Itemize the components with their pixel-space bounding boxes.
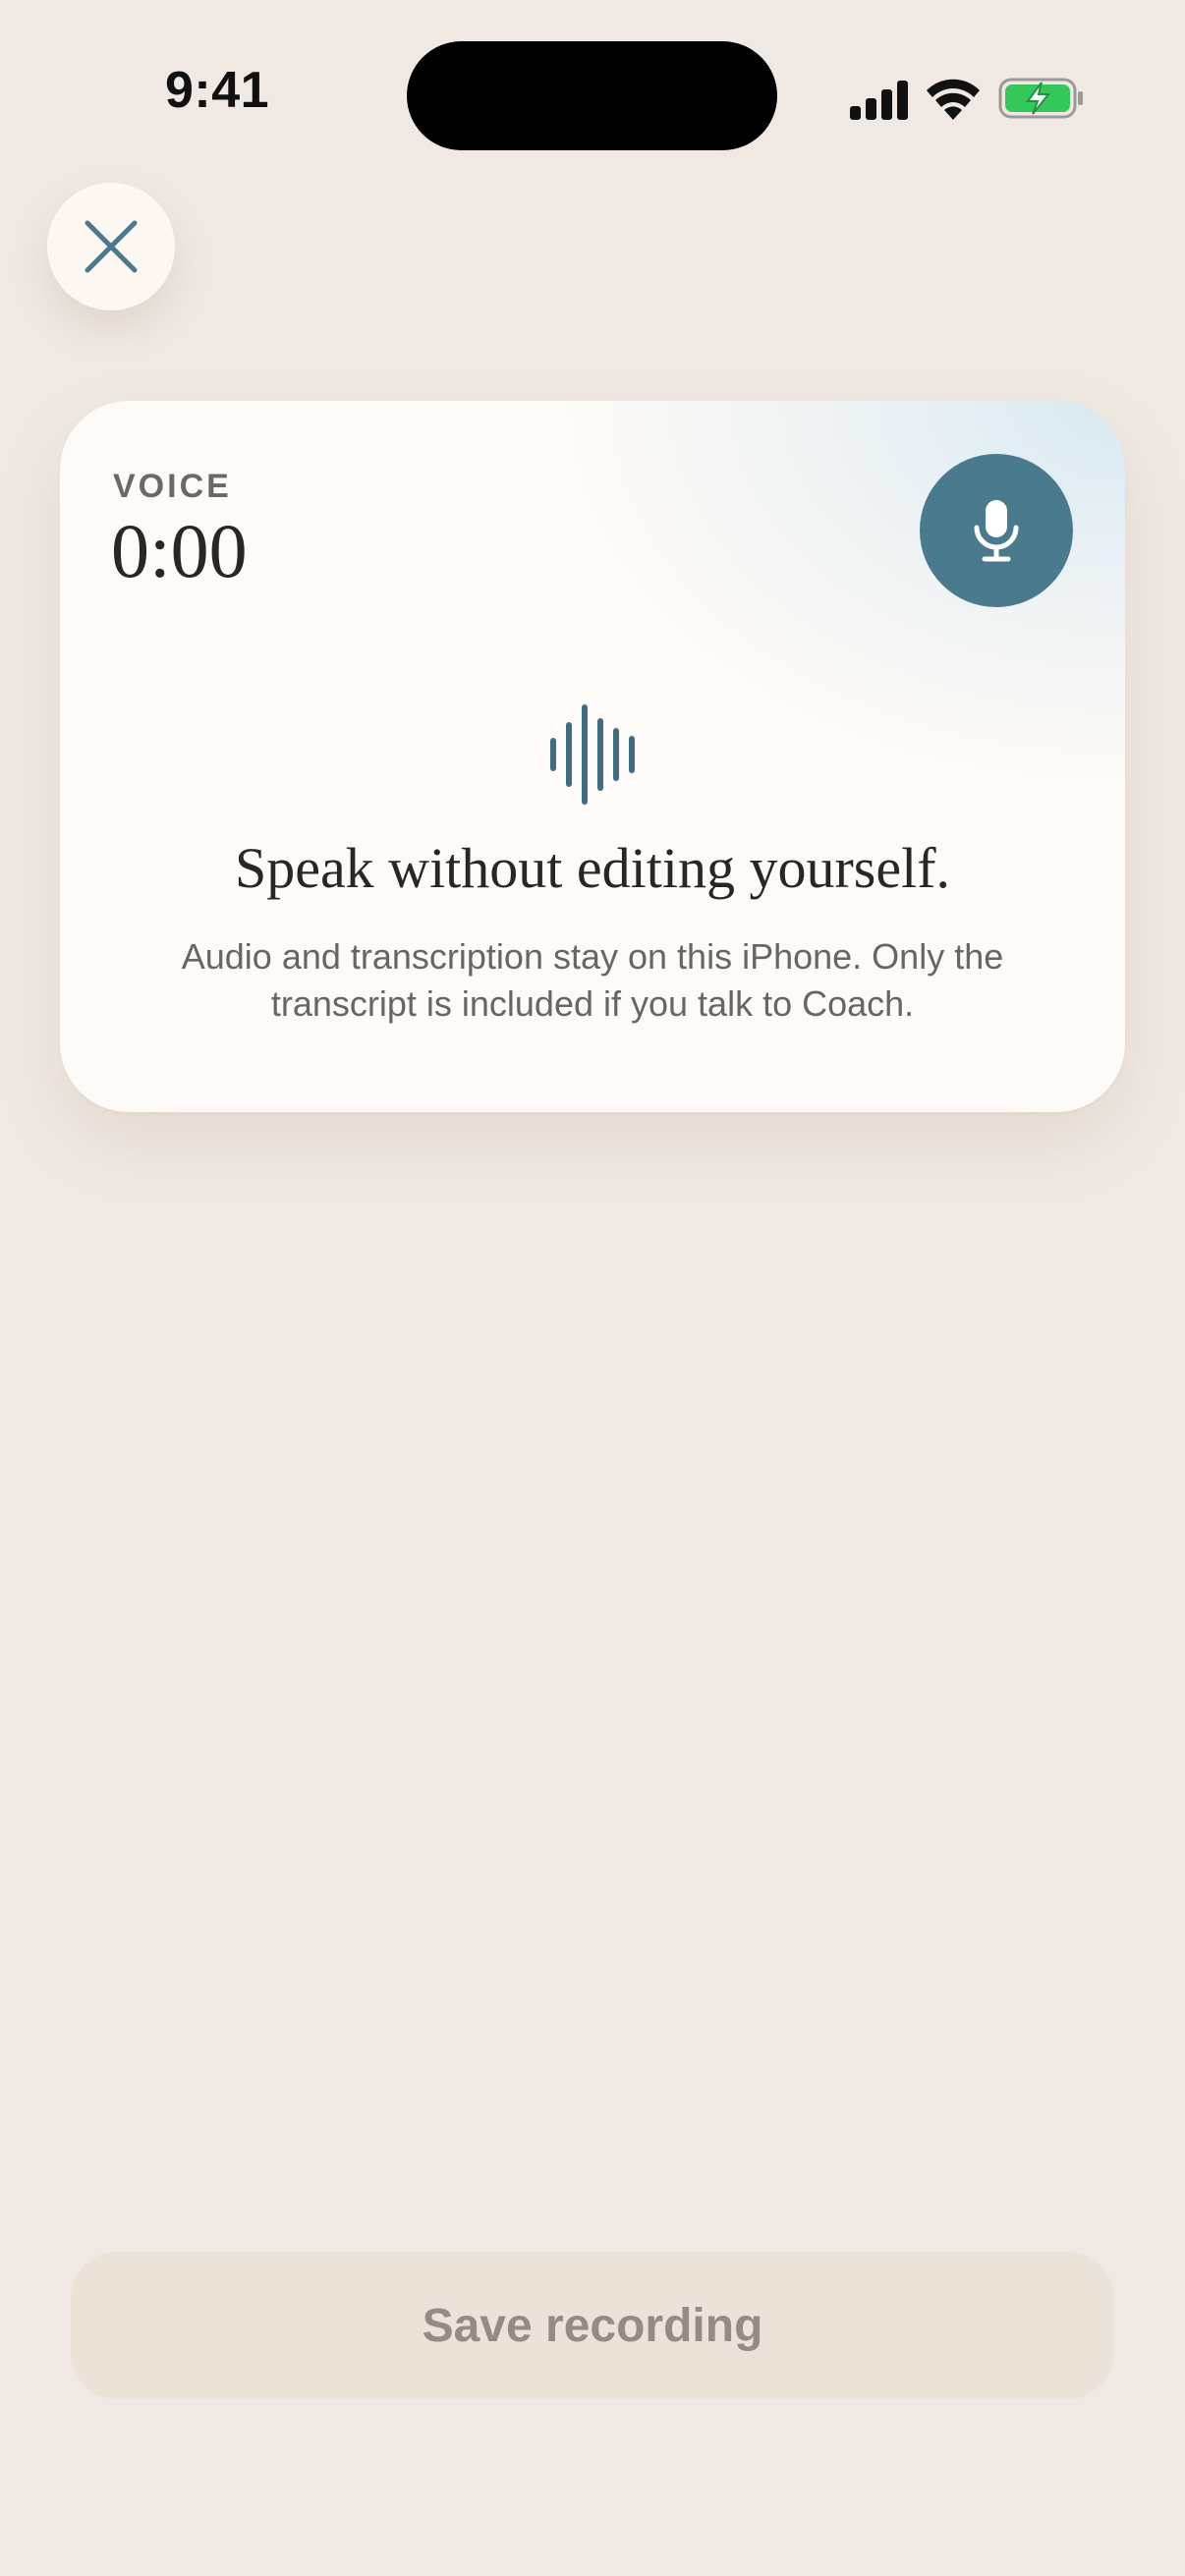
- voice-card: VOICE 0:00 Speak without editing yoursel…: [60, 401, 1125, 1112]
- waveform-icon: [550, 704, 635, 805]
- close-icon: [85, 220, 138, 273]
- microphone-icon: [974, 500, 1019, 562]
- dynamic-island: [407, 41, 777, 150]
- recording-timer: 0:00: [111, 508, 248, 593]
- save-recording-button[interactable]: Save recording: [71, 2252, 1114, 2399]
- privacy-note: Audio and transcription stay on this iPh…: [181, 936, 1004, 1024]
- status-time: 9:41: [165, 62, 270, 119]
- cellular-signal-icon: [850, 81, 908, 120]
- card-heading: Speak without editing yourself.: [234, 836, 951, 900]
- record-button[interactable]: [920, 454, 1073, 607]
- close-button[interactable]: [47, 183, 175, 310]
- voice-label: VOICE: [113, 468, 232, 505]
- wifi-icon: [927, 79, 980, 120]
- voice-recording-screen: 9:41 VOICE 0:00 Speak without editing yo…: [0, 0, 1185, 2576]
- battery-charging-icon: [998, 78, 1083, 119]
